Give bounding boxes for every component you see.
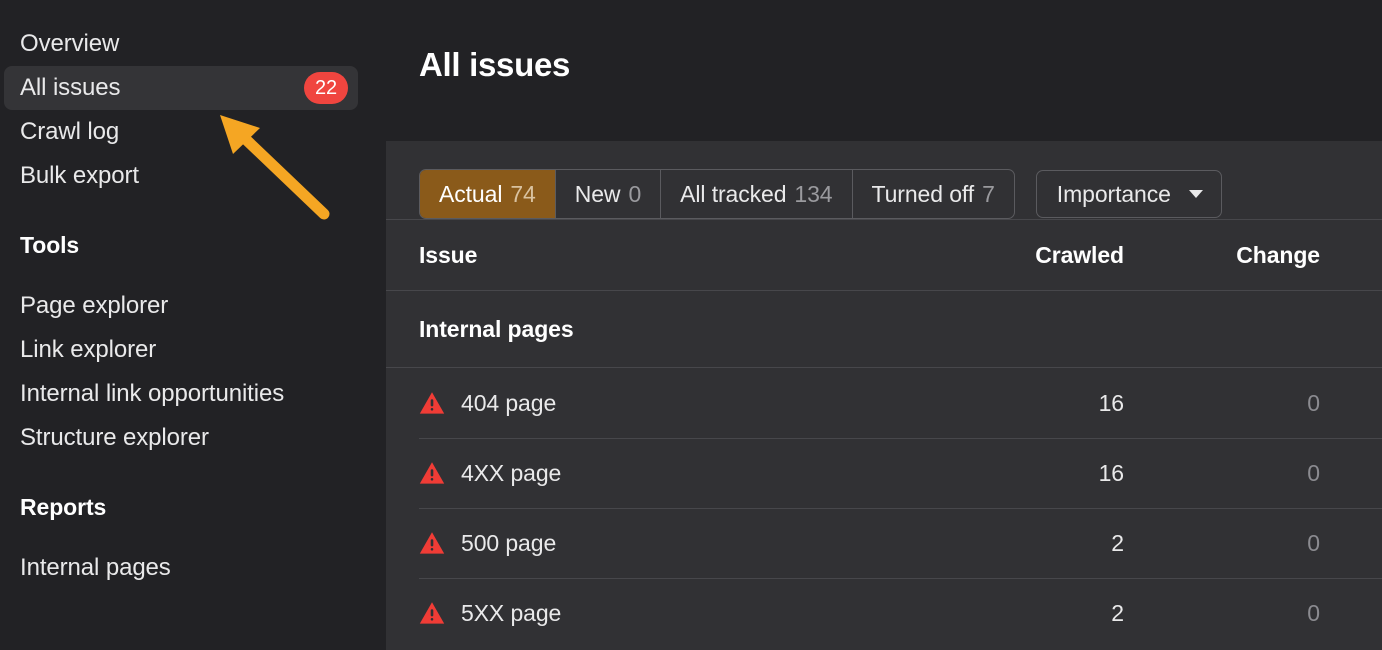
- tab-count: 134: [794, 181, 832, 208]
- tab-label: All tracked: [680, 181, 786, 208]
- table-cell-crawled: 2: [1060, 530, 1220, 557]
- table-cell-change: 0: [1220, 530, 1382, 557]
- table-cell-change: 0: [1220, 600, 1382, 627]
- sidebar-section-reports-title: Reports: [4, 490, 358, 524]
- column-header-crawled: Crawled: [1035, 242, 1220, 269]
- table-cell-crawled: 16: [1060, 460, 1220, 487]
- issue-name: 500 page: [461, 530, 556, 557]
- issue-name: 404 page: [461, 390, 556, 417]
- column-header-change: Change: [1220, 242, 1382, 269]
- table-cell-crawled: 2: [1060, 600, 1220, 627]
- sidebar-item-label: Overview: [20, 32, 119, 56]
- table-cell-issue: 4XX page: [386, 460, 1060, 487]
- tab-turned-off[interactable]: Turned off 7: [853, 170, 1014, 218]
- sidebar-item-label: Page explorer: [20, 294, 168, 318]
- app-root: Overview All issues 22 Crawl log Bulk ex…: [0, 0, 1382, 650]
- table-cell-change: 0: [1220, 460, 1382, 487]
- sidebar-item-link-explorer[interactable]: Link explorer: [4, 328, 358, 372]
- table-cell-crawled: 16: [1060, 390, 1220, 417]
- main-content: All issues Actual 74 New 0 All tracked 1…: [386, 0, 1382, 650]
- issue-name: 4XX page: [461, 460, 561, 487]
- table-group-label: Internal pages: [386, 316, 1060, 343]
- sidebar-section-tools-title: Tools: [4, 228, 358, 262]
- tab-actual[interactable]: Actual 74: [420, 170, 556, 218]
- importance-dropdown-label: Importance: [1057, 181, 1171, 208]
- table-row[interactable]: 500 page 2 0: [386, 508, 1382, 578]
- sidebar-item-internal-pages[interactable]: Internal pages: [4, 546, 358, 590]
- importance-dropdown[interactable]: Importance: [1036, 170, 1222, 218]
- issue-filter-tabs: Actual 74 New 0 All tracked 134 Turned o…: [419, 169, 1015, 219]
- tab-count: 0: [628, 181, 641, 208]
- sidebar-spacer: [0, 460, 386, 490]
- sidebar-item-overview[interactable]: Overview: [4, 22, 358, 66]
- sidebar-item-label: Crawl log: [20, 120, 119, 144]
- warning-triangle-icon: [419, 461, 445, 485]
- warning-triangle-icon: [419, 601, 445, 625]
- tab-new[interactable]: New 0: [556, 170, 661, 218]
- tab-count: 7: [982, 181, 995, 208]
- table-cell-issue: 500 page: [386, 530, 1060, 557]
- table-row[interactable]: 5XX page 2 0: [386, 578, 1382, 648]
- sidebar-item-page-explorer[interactable]: Page explorer: [4, 284, 358, 328]
- sidebar-item-bulk-export[interactable]: Bulk export: [4, 154, 358, 198]
- tab-all-tracked[interactable]: All tracked 134: [661, 170, 852, 218]
- sidebar-item-all-issues[interactable]: All issues 22: [4, 66, 358, 110]
- tab-label: Actual: [439, 181, 502, 208]
- sidebar-item-label: Internal pages: [20, 556, 171, 580]
- table-row[interactable]: 4XX page 16 0: [386, 438, 1382, 508]
- tab-label: New: [575, 181, 621, 208]
- sidebar-spacer: [0, 524, 386, 546]
- sidebar-item-label: Structure explorer: [20, 426, 209, 450]
- tab-count: 74: [510, 181, 535, 208]
- issues-toolbar: Actual 74 New 0 All tracked 134 Turned o…: [386, 141, 1382, 219]
- issues-panel: Actual 74 New 0 All tracked 134 Turned o…: [386, 141, 1382, 650]
- page-title: All issues: [386, 22, 1382, 81]
- warning-triangle-icon: [419, 391, 445, 415]
- column-header-issue: Issue: [386, 242, 1035, 269]
- sidebar-item-crawl-log[interactable]: Crawl log: [4, 110, 358, 154]
- chevron-down-icon: [1189, 190, 1203, 198]
- table-row[interactable]: 404 page 16 0: [386, 368, 1382, 438]
- sidebar: Overview All issues 22 Crawl log Bulk ex…: [0, 0, 386, 650]
- issues-table: Issue Crawled Change Internal pages: [386, 219, 1382, 648]
- issue-name: 5XX page: [461, 600, 561, 627]
- table-cell-issue: 5XX page: [386, 600, 1060, 627]
- table-cell-change: 0: [1220, 390, 1382, 417]
- sidebar-item-label: Internal link opportunities: [20, 382, 284, 406]
- table-group-header: Internal pages: [386, 291, 1382, 368]
- sidebar-spacer: [0, 198, 386, 228]
- tab-label: Turned off: [872, 181, 975, 208]
- sidebar-item-label: All issues: [20, 76, 120, 100]
- sidebar-spacer: [0, 262, 386, 284]
- sidebar-item-label: Bulk export: [20, 164, 139, 188]
- table-cell-issue: 404 page: [386, 390, 1060, 417]
- sidebar-item-structure-explorer[interactable]: Structure explorer: [4, 416, 358, 460]
- warning-triangle-icon: [419, 531, 445, 555]
- sidebar-item-internal-link-opportunities[interactable]: Internal link opportunities: [4, 372, 358, 416]
- table-header-row: Issue Crawled Change: [386, 219, 1382, 291]
- sidebar-item-label: Link explorer: [20, 338, 156, 362]
- issues-count-badge: 22: [304, 72, 348, 104]
